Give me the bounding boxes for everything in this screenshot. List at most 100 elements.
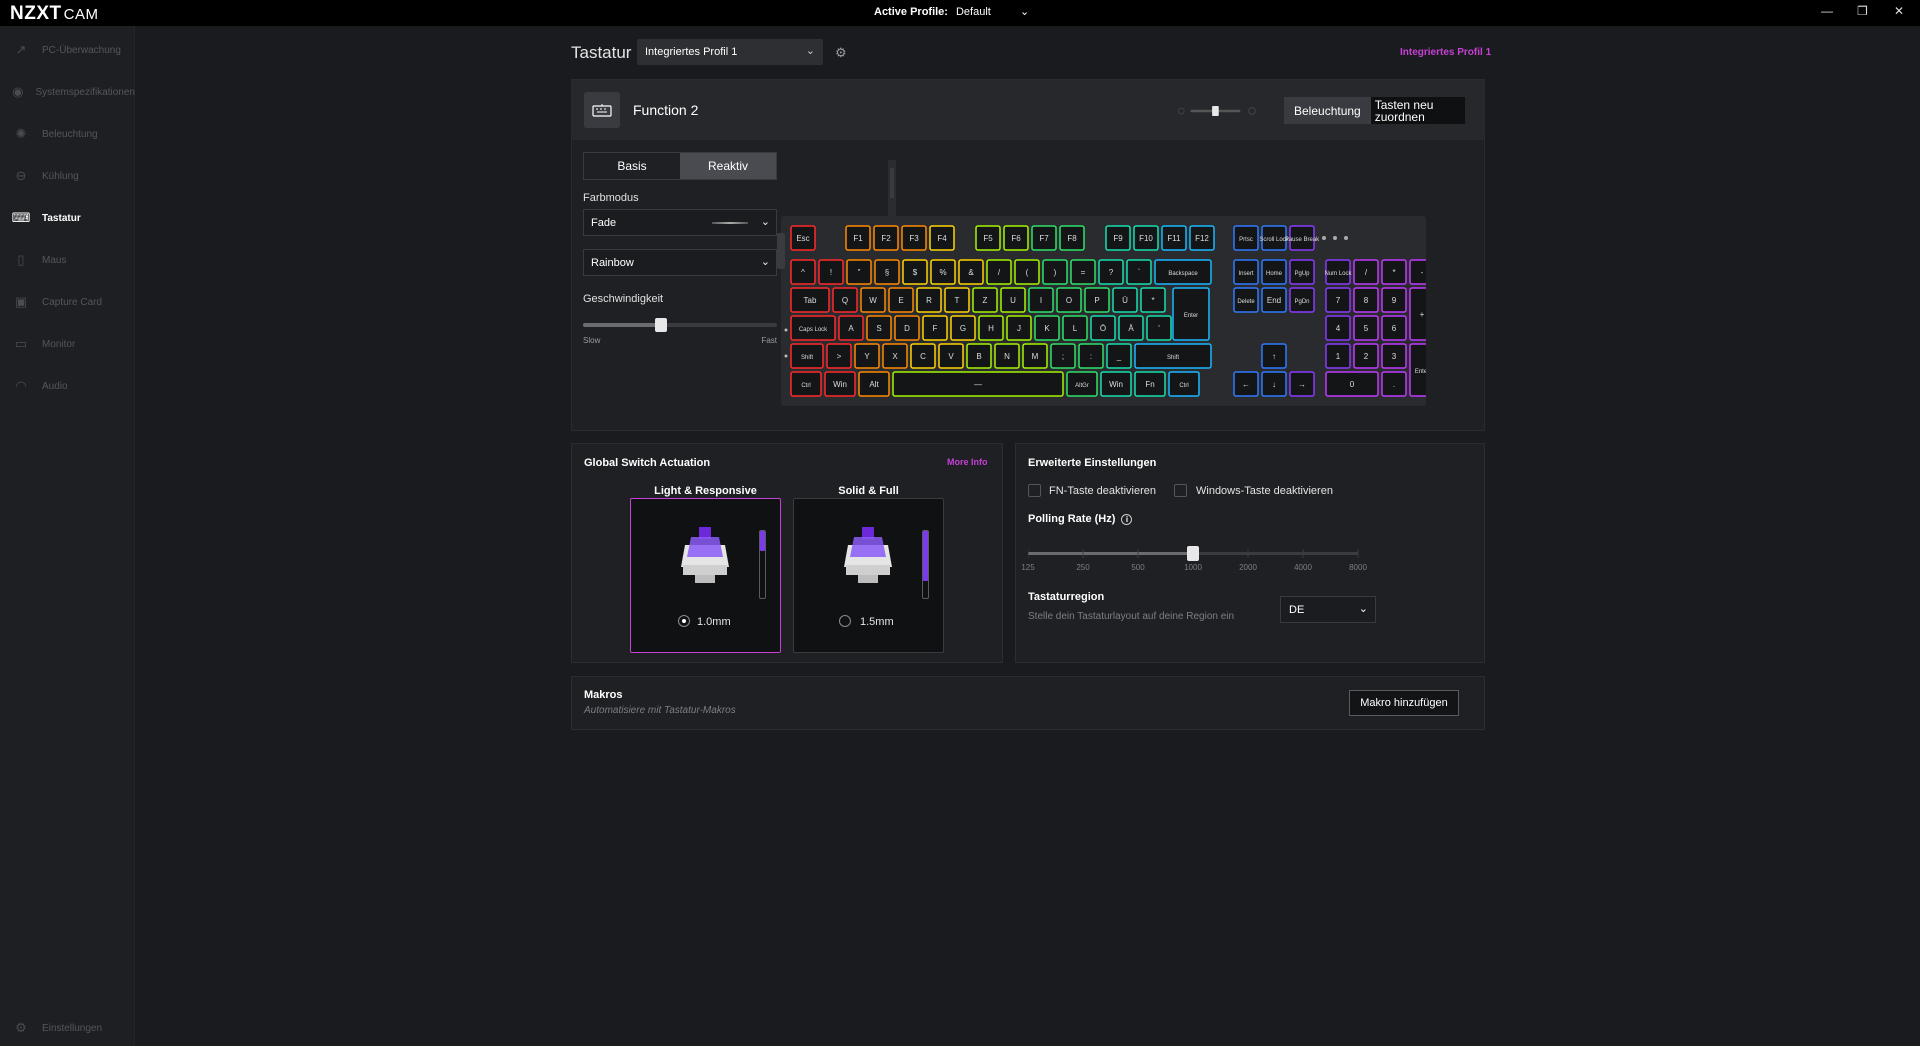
polling-tick-label: 8000 [1349,563,1367,572]
numpad-key: 0 [1325,371,1379,397]
svg-text:A: A [848,324,854,333]
sidebar-item-audio[interactable]: ◠ Audio [0,374,135,398]
svg-text:Y: Y [864,352,870,361]
numpad-key: Enter [1409,343,1426,397]
svg-text:Tab: Tab [804,296,817,305]
speed-slider[interactable]: Slow Fast [583,318,777,347]
keyboard-key: Ö [1090,315,1116,341]
add-macro-button[interactable]: Makro hinzufügen [1349,690,1459,716]
key-pgdn: PgDn [1289,287,1315,313]
key-shift-left: Shift [790,343,824,369]
lighting-mode-button[interactable]: Beleuchtung [1284,97,1371,124]
switch-light-radio[interactable] [678,615,690,627]
sidebar: ↗ PC-Überwachung ◉ Systemspezifikationen ✺ Be… [0,26,135,1046]
numpad-key: 9 [1381,287,1407,313]
svg-text:J: J [1017,324,1021,333]
device-name: Function 2 [633,102,699,118]
keyboard-key: Alt [858,371,890,397]
svg-text:6: 6 [1392,324,1397,333]
switch-option-light[interactable]: 1.0mm [630,498,781,653]
keyboard-key: " [846,259,872,285]
keyboard-key: Win [824,371,856,397]
info-icon[interactable]: i [1121,514,1133,525]
key-arrow-right: → [1289,371,1315,397]
keyboard-key: § [874,259,900,285]
palette-dropdown[interactable]: Rainbow ⌄ [583,249,777,276]
keyboard-key: V [938,343,964,369]
keyboard-key: * [1140,287,1166,313]
key-f5: F5 [975,225,1001,251]
svg-text:→: → [1298,380,1306,389]
keyboard-key: W [860,287,886,313]
tab-reaktiv[interactable]: Reaktiv [680,153,776,179]
key-f9: F9 [1105,225,1131,251]
capture-card-icon: ▣ [14,294,28,309]
sidebar-item-label: Audio [42,380,68,392]
svg-text:W: W [869,296,877,305]
sidebar-item-monitor[interactable]: ▭ Monitor [0,332,135,356]
svg-text:-: - [1421,268,1424,277]
profile-link[interactable]: Integriertes Profil 1 [1400,47,1491,58]
win-disable-checkbox[interactable] [1174,484,1187,497]
svg-text:Enter: Enter [1184,313,1198,319]
keyboard-key: S [866,315,892,341]
polling-rate-thumb[interactable] [1187,546,1199,561]
restore-button[interactable]: ❐ [1857,4,1868,18]
tab-basis[interactable]: Basis [584,153,680,179]
svg-text:7: 7 [1336,296,1341,305]
key-caps-lock: Caps Lock [790,315,836,341]
speed-slider-thumb[interactable] [654,318,667,332]
svg-text:!: ! [830,268,832,277]
sidebar-item-kühlung[interactable]: ⊖ Kühlung [0,164,135,188]
fn-disable-checkbox[interactable] [1028,484,1041,497]
sidebar-item-pc-überwachung[interactable]: ↗ PC-Überwachung [0,38,135,62]
speed-min-label: Slow [583,336,601,345]
keyboard-key: Z [972,287,998,313]
sidebar-item-label: Tastatur [42,212,81,224]
keyboard-key: = [1070,259,1096,285]
switch-solid-radio[interactable] [839,615,851,627]
sidebar-item-tastatur[interactable]: ⌨ Tastatur [0,206,135,230]
advanced-settings-card: Erweiterte Einstellungen FN-Taste deakti… [1015,443,1485,663]
svg-text:1: 1 [1336,352,1341,361]
svg-text:&: & [968,268,974,277]
keyboard-key: Ä [1118,315,1144,341]
switch-option-solid[interactable]: 1.5mm [793,498,944,653]
remap-keys-button[interactable]: Tasten neu zuordnen [1370,97,1465,124]
svg-text:P: P [1094,296,1099,305]
svg-text:Home: Home [1266,271,1283,277]
keyboard-key: & [958,259,984,285]
svg-text:F9: F9 [1113,234,1123,243]
sidebar-item-settings[interactable]: ⚙ Einstellungen [0,1016,135,1040]
svg-text:S: S [876,324,881,333]
color-mode-dropdown[interactable]: Fade ⌄ [583,209,777,236]
numpad-key: . [1381,371,1407,397]
profile-dropdown[interactable]: Integriertes Profil 1 ⌄ [637,39,823,65]
svg-text:K: K [1044,324,1050,333]
gear-icon[interactable]: ⚙ [835,45,851,61]
close-button[interactable]: ✕ [1894,4,1904,18]
sidebar-item-capture-card[interactable]: ▣ Capture Card [0,290,135,314]
minimize-button[interactable]: — [1821,4,1833,18]
svg-text:X: X [892,352,898,361]
more-info-link[interactable]: More Info [947,457,988,467]
keyboard-preview: Esc F1 F2 F3 F4 F5 F6 F7 F8 F9 F10 F11 F12 Prtsc Scrol… [777,160,1426,406]
sidebar-item-label: PC-Überwachung [42,44,121,56]
keyboard-key: ! [818,259,844,285]
sidebar-item-systemspezifikationen[interactable]: ◉ Systemspezifikationen [0,80,135,104]
win-disable-label: Windows-Taste deaktivieren [1196,485,1333,497]
active-profile-selector[interactable]: Active Profile: Default ⌄ [874,6,1029,18]
svg-text:Delete: Delete [1237,299,1255,305]
svg-text:_: _ [1116,352,1122,361]
svg-text:Esc: Esc [796,234,809,243]
keyboard-key: > [826,343,852,369]
brightness-slider[interactable] [1170,106,1265,116]
keyboard-key: ' [1146,315,1172,341]
mouse-icon: ▯ [17,252,25,267]
sidebar-item-beleuchtung[interactable]: ✺ Beleuchtung [0,122,135,146]
sidebar-item-maus[interactable]: ▯ Maus [0,248,135,272]
svg-text:5: 5 [1364,324,1369,333]
polling-rate-slider[interactable]: 125 250 500 1000 2000 4000 8000 [1021,546,1367,574]
region-dropdown[interactable]: DE ⌄ [1280,596,1376,623]
numpad-key: 8 [1353,287,1379,313]
